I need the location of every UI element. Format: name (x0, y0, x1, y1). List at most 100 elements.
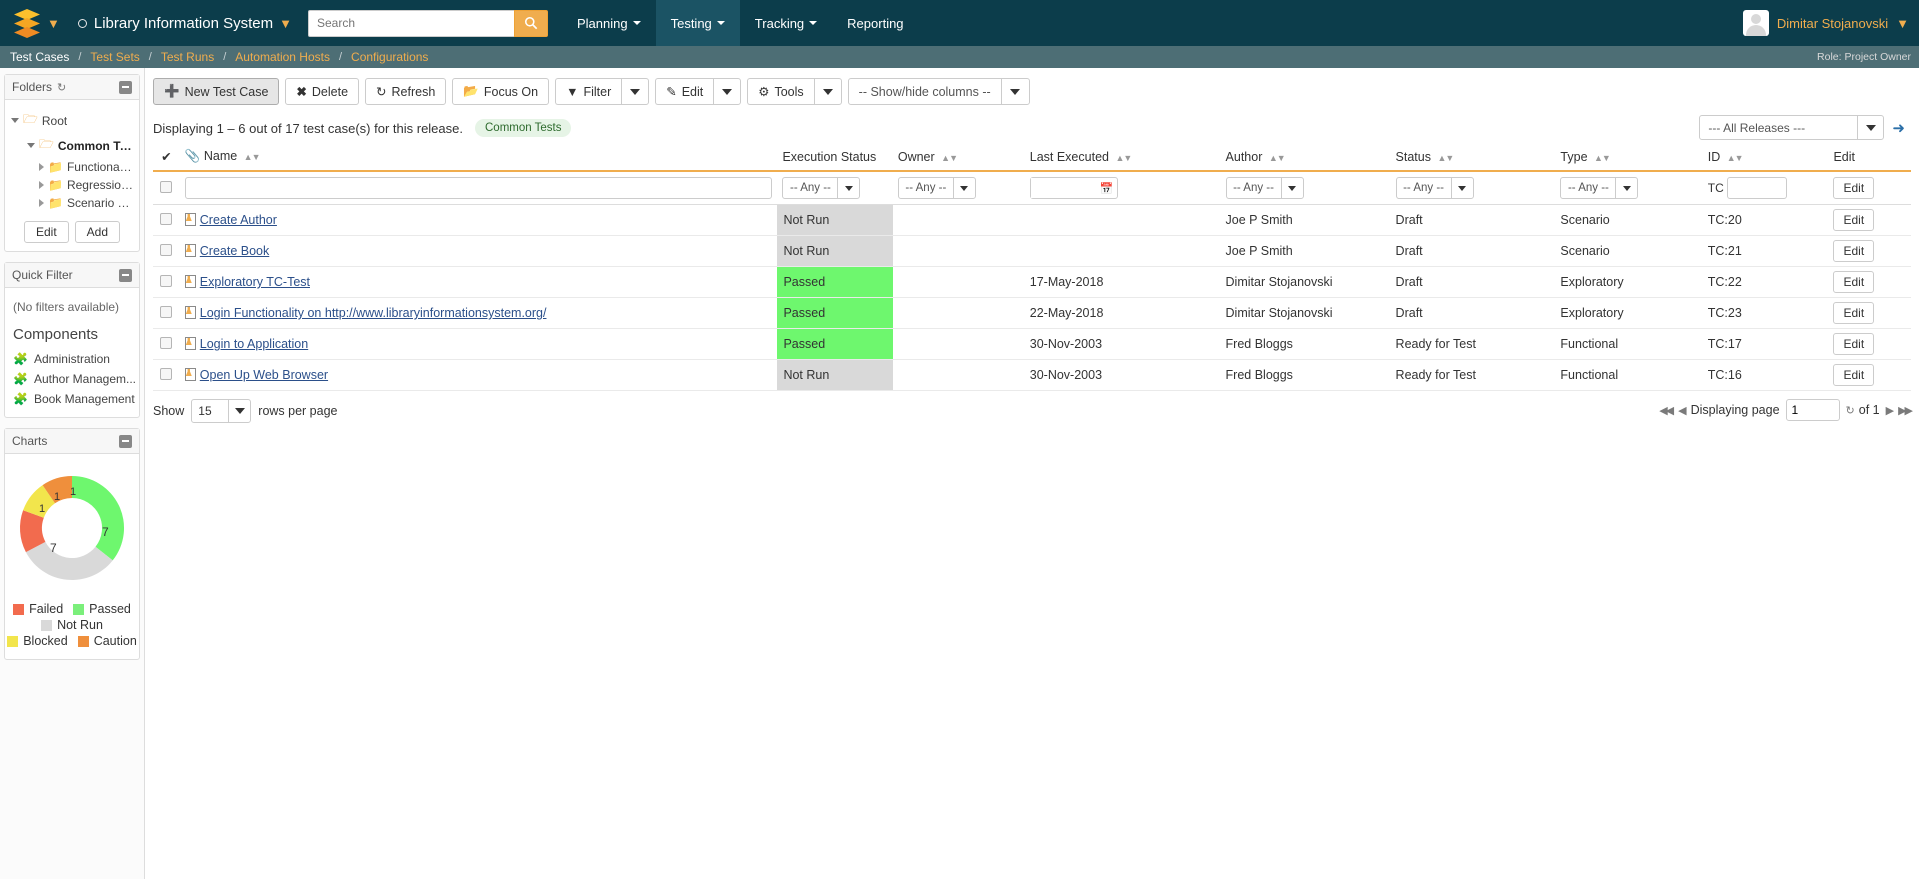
collapse-folders-button[interactable] (119, 80, 132, 94)
nav-item-tracking[interactable]: Tracking (740, 0, 832, 46)
tree-item-scenario-tests[interactable]: 📁 Scenario Tests (11, 194, 133, 212)
filter-last-executed-input[interactable] (1030, 178, 1097, 198)
filter-author-select[interactable]: -- Any -- (1225, 177, 1304, 199)
row-edit-button[interactable]: Edit (1833, 240, 1875, 262)
sort-icons[interactable]: ▲▼ (1594, 153, 1611, 163)
legend-item-failed[interactable]: Failed (13, 601, 63, 617)
row-edit-button[interactable]: Edit (1833, 364, 1875, 386)
calendar-icon[interactable]: 📅 (1097, 178, 1117, 198)
row-edit-button[interactable]: Edit (1833, 209, 1875, 231)
table-row[interactable]: Login Functionality on http://www.librar… (153, 297, 1911, 329)
test-case-link[interactable]: Open Up Web Browser (200, 368, 328, 382)
row-edit-button[interactable]: Edit (1833, 271, 1875, 293)
refresh-button[interactable]: ↻ Refresh (365, 78, 447, 105)
column-header-name[interactable]: 📎 Name ▲▼ (180, 145, 778, 171)
sort-icons[interactable]: ▲▼ (1727, 153, 1744, 163)
tree-item-regression-tests[interactable]: 📁 Regression Tes (11, 176, 133, 194)
table-row[interactable]: Exploratory TC-Test Passed 17-May-2018 D… (153, 266, 1911, 298)
collapse-quick-filter-button[interactable] (119, 268, 132, 282)
previous-page-icon[interactable]: ◀ (1678, 404, 1687, 417)
component-item-book-management[interactable]: 🧩 Book Management (11, 389, 135, 409)
refresh-icon[interactable]: ↻ (57, 81, 66, 94)
filter-name-input[interactable] (184, 177, 773, 199)
chevron-down-icon[interactable] (837, 178, 859, 198)
project-chevron-down-icon[interactable]: ▼ (279, 17, 292, 30)
last-page-icon[interactable]: ▶▶ (1898, 404, 1913, 417)
legend-item-caution[interactable]: Caution (77, 633, 137, 649)
nav-item-testing[interactable]: Testing (655, 0, 740, 46)
search-button[interactable] (513, 9, 548, 37)
rows-per-page-select[interactable]: 15 (191, 399, 252, 423)
collapse-arrow-icon[interactable] (39, 163, 44, 171)
refresh-page-icon[interactable]: ↻ (1846, 404, 1855, 417)
legend-item-blocked[interactable]: Blocked (7, 633, 68, 649)
row-checkbox[interactable] (160, 243, 173, 256)
expand-arrow-icon[interactable] (11, 118, 19, 123)
collapse-arrow-icon[interactable] (39, 181, 44, 189)
next-page-icon[interactable]: ▶ (1886, 404, 1895, 417)
tools-button[interactable]: ⚙ Tools (747, 78, 814, 105)
edit-dropdown-toggle[interactable] (713, 78, 742, 105)
row-checkbox[interactable] (160, 305, 173, 318)
filter-last-executed-date[interactable]: 📅 (1029, 177, 1118, 199)
sort-icons[interactable]: ▲▼ (1115, 153, 1132, 163)
legend-item-passed[interactable]: Passed (73, 601, 131, 617)
tree-item-functional-tests[interactable]: 📁 Functional Tes (11, 158, 133, 176)
tree-item-root[interactable]: 🗁 Root (11, 108, 133, 133)
breadcrumb-item-automation-hosts[interactable]: Automation Hosts (235, 50, 330, 64)
collapse-charts-button[interactable] (119, 434, 132, 448)
filter-status-select[interactable]: -- Any -- (1395, 177, 1474, 199)
search-input[interactable] (307, 9, 514, 37)
row-edit-button[interactable]: Edit (1833, 302, 1875, 324)
select-all-header[interactable]: ✔ (153, 145, 180, 171)
row-checkbox[interactable] (160, 274, 173, 287)
page-number-input[interactable] (1785, 399, 1840, 421)
release-select[interactable]: --- All Releases --- (1699, 115, 1885, 140)
nav-item-planning[interactable]: Planning (562, 0, 656, 46)
chevron-down-icon[interactable] (1857, 116, 1883, 139)
chevron-down-icon[interactable] (1450, 178, 1473, 198)
apply-release-button[interactable]: ➜ (1888, 119, 1909, 137)
table-row[interactable]: Open Up Web Browser Not Run 30-Nov-2003 … (153, 359, 1911, 391)
component-item-author-management[interactable]: 🧩 Author Managem... (11, 369, 136, 389)
breadcrumb-item-test-cases[interactable]: Test Cases (10, 50, 69, 64)
column-header-status[interactable]: Status ▲▼ (1391, 145, 1556, 171)
breadcrumb-item-test-sets[interactable]: Test Sets (90, 50, 139, 64)
test-case-link[interactable]: Login to Application (200, 337, 308, 351)
user-menu[interactable]: Dimitar Stojanovski ▼ (1742, 0, 1909, 46)
sort-icons[interactable]: ▲▼ (941, 153, 958, 163)
user-chevron-down-icon[interactable]: ▼ (1896, 17, 1909, 30)
test-case-link[interactable]: Login Functionality on http://www.librar… (200, 306, 547, 320)
breadcrumb-item-test-runs[interactable]: Test Runs (161, 50, 214, 64)
breadcrumb-item-configurations[interactable]: Configurations (351, 50, 428, 64)
filter-button[interactable]: ▼ Filter (555, 78, 622, 105)
chevron-down-icon[interactable] (228, 400, 250, 422)
table-row[interactable]: Create Book Not Run Joe P Smith Draft Sc… (153, 235, 1911, 267)
column-header-type[interactable]: Type ▲▼ (1555, 145, 1702, 171)
tree-item-common-tests[interactable]: 🗁 Common Tests (11, 133, 133, 158)
first-page-icon[interactable]: ◀◀ (1659, 404, 1674, 417)
column-header-last-executed[interactable]: Last Executed ▲▼ (1025, 145, 1221, 171)
nav-item-reporting[interactable]: Reporting (832, 0, 918, 46)
sort-icons[interactable]: ▲▼ (244, 152, 261, 162)
component-item-administration[interactable]: 🧩 Administration (11, 349, 133, 369)
chevron-down-icon[interactable] (1280, 178, 1303, 198)
filter-type-select[interactable]: -- Any -- (1560, 177, 1639, 199)
tools-dropdown-toggle[interactable] (813, 78, 842, 105)
column-header-id[interactable]: ID ▲▼ (1703, 145, 1829, 171)
filter-dropdown-toggle[interactable] (621, 78, 650, 105)
filter-id-input[interactable] (1726, 177, 1787, 199)
focus-on-button[interactable]: 📂 Focus On (452, 78, 550, 105)
new-test-case-button[interactable]: ➕ New Test Case (153, 78, 280, 105)
collapse-arrow-icon[interactable] (39, 199, 44, 207)
chevron-down-icon[interactable] (952, 178, 975, 198)
column-header-owner[interactable]: Owner ▲▼ (893, 145, 1025, 171)
row-checkbox[interactable] (160, 180, 173, 193)
filter-apply-edit-button[interactable]: Edit (1833, 177, 1875, 199)
delete-button[interactable]: ✖ Delete (285, 78, 360, 105)
project-selector[interactable]: Library Information System ▼ (77, 15, 292, 32)
sort-icons[interactable]: ▲▼ (1437, 153, 1454, 163)
table-row[interactable]: Create Author Not Run Joe P Smith Draft … (153, 204, 1911, 236)
column-header-author[interactable]: Author ▲▼ (1221, 145, 1391, 171)
app-logo-group[interactable]: ▼ (8, 9, 66, 38)
